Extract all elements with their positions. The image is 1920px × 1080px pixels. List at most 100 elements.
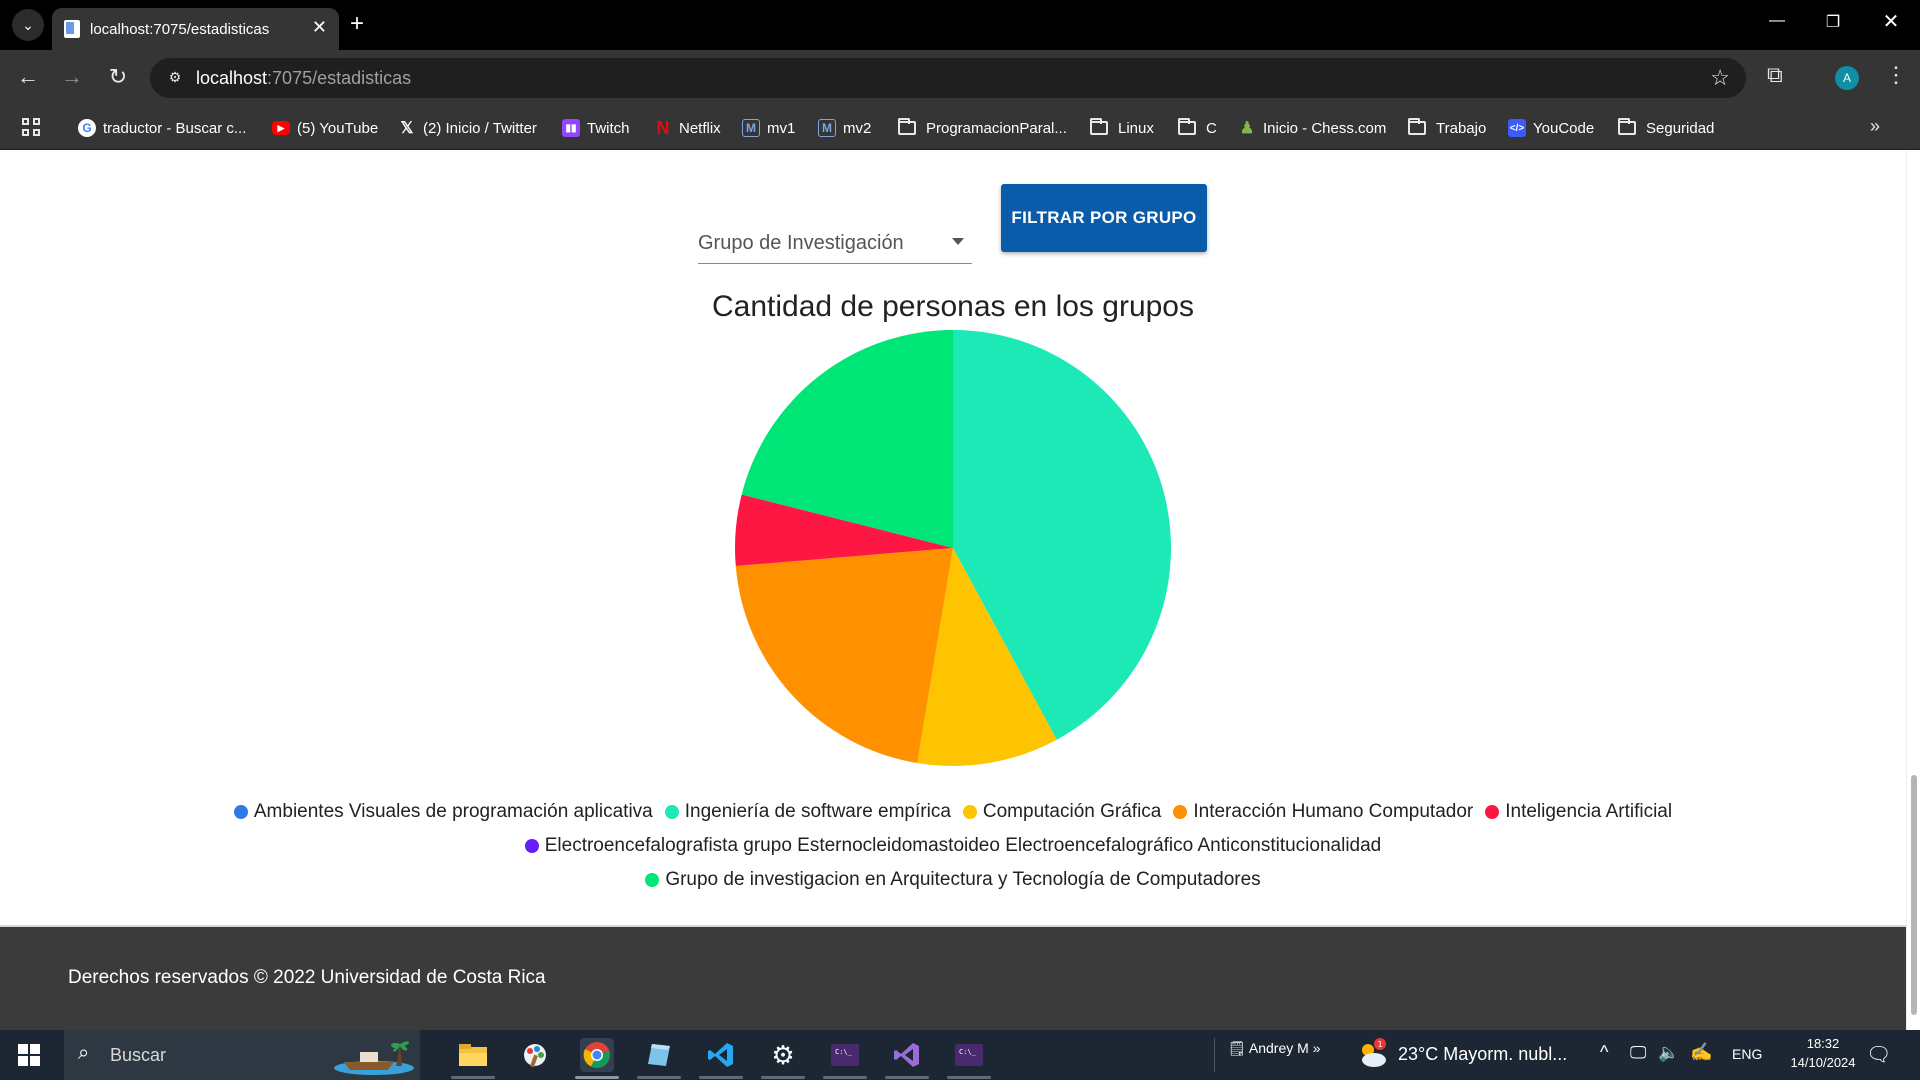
file-explorer-icon[interactable] — [456, 1038, 490, 1072]
weather-text[interactable]: 23°C Mayorm. nubl... — [1398, 1044, 1567, 1065]
legend-label: Interacción Humano Computador — [1193, 801, 1474, 822]
legend-item[interactable]: Electroencefalografista grupo Esternocle… — [524, 835, 1382, 857]
folder-icon — [898, 118, 916, 135]
bookmark-item[interactable]: </> YouCode — [1508, 116, 1594, 140]
legend-dot — [962, 805, 977, 819]
page-scrollbar[interactable] — [1906, 150, 1920, 1030]
terminal-app-icon-2[interactable]: C:\_ — [952, 1038, 986, 1072]
search-placeholder: Buscar — [110, 1045, 167, 1065]
notes-app-icon[interactable] — [642, 1038, 676, 1072]
site-info-icon[interactable]: ⚙ — [164, 66, 186, 88]
netflix-icon: N — [656, 117, 670, 138]
new-tab-button[interactable]: + — [350, 10, 364, 38]
bookmark-item[interactable]: M mv2 — [818, 116, 871, 140]
taskbar-search[interactable]: ⌕ Buscar — [64, 1030, 420, 1080]
address-bar[interactable]: ⚙ localhost:7075/estadisticas ☆ — [150, 58, 1746, 98]
bookmark-item[interactable]: ▶ (5) YouTube — [272, 116, 378, 140]
active-app-indicator — [575, 1076, 619, 1079]
bookmark-folder[interactable]: C — [1178, 116, 1217, 140]
legend-item[interactable]: Ingeniería de software empírica — [664, 801, 951, 823]
paint-app-icon[interactable] — [518, 1038, 552, 1072]
browser-menu-icon[interactable]: ⋮ — [1885, 62, 1907, 88]
terminal-app-icon[interactable]: C:\_ — [828, 1038, 862, 1072]
language-indicator[interactable]: ENG — [1732, 1046, 1762, 1062]
notifications-icon[interactable]: 🗨 — [1866, 1042, 1891, 1067]
browser-toolbar: ← → ↻ ⚙ localhost:7075/estadisticas ☆ ⧉ … — [0, 50, 1920, 106]
url-text[interactable]: localhost:7075/estadisticas — [196, 68, 411, 89]
visual-studio-app-icon[interactable] — [890, 1038, 924, 1072]
bookmark-folder[interactable]: ProgramacionParal... — [898, 116, 1067, 140]
more-bookmarks-icon[interactable]: » — [1870, 116, 1880, 137]
youcode-icon: </> — [1508, 119, 1526, 137]
svg-text:C:\_: C:\_ — [959, 1048, 977, 1056]
legend-item[interactable]: Ambientes Visuales de programación aplic… — [233, 801, 653, 823]
bookmark-folder[interactable]: Trabajo — [1408, 116, 1486, 140]
profile-avatar[interactable]: A — [1835, 66, 1859, 90]
legend-label: Electroencefalografista grupo Esternocle… — [544, 835, 1382, 856]
bookmark-folder[interactable]: Linux — [1090, 116, 1154, 140]
search-icon: ⌕ — [78, 1042, 90, 1064]
search-highlight-icon — [334, 1041, 414, 1075]
close-window-button[interactable]: ✕ — [1876, 9, 1906, 34]
pen-icon[interactable]: ✍ — [1690, 1042, 1712, 1063]
legend-label: Grupo de investigacion en Arquitectura y… — [665, 869, 1261, 890]
apps-grid-icon[interactable] — [22, 118, 42, 138]
browser-titlebar: ⌄ localhost:7075/estadisticas ✕ + — ❐ ✕ — [0, 0, 1920, 50]
legend-dot — [233, 805, 248, 819]
forward-button[interactable]: → — [58, 64, 86, 90]
footer-text: Derechos reservados © 2022 Universidad d… — [68, 967, 546, 988]
weather-icon[interactable]: 1 — [1356, 1038, 1388, 1070]
google-icon: G — [78, 119, 96, 137]
close-tab-icon[interactable]: ✕ — [312, 17, 327, 38]
m-icon: M — [818, 119, 836, 137]
windows-start-icon[interactable] — [18, 1044, 40, 1066]
clock[interactable]: 18:32 14/10/2024 — [1780, 1036, 1866, 1070]
taskbar-divider — [1214, 1038, 1215, 1072]
clock-date: 14/10/2024 — [1790, 1055, 1856, 1070]
bookmark-item[interactable]: G traductor - Buscar c... — [78, 116, 246, 140]
minimize-button[interactable]: — — [1762, 12, 1792, 30]
clock-time: 18:32 — [1806, 1036, 1840, 1051]
legend-label: Inteligencia Artificial — [1505, 801, 1673, 822]
folder-icon — [1618, 118, 1636, 135]
user-toolbar[interactable]: 🗒 Andrey M » — [1228, 1040, 1321, 1057]
back-button[interactable]: ← — [14, 64, 42, 90]
network-icon[interactable]: 🖵 — [1630, 1043, 1646, 1063]
bookmark-item[interactable]: ▮▮ Twitch — [562, 116, 630, 140]
scrollbar-thumb[interactable] — [1911, 775, 1917, 1015]
folder-icon — [1408, 118, 1426, 135]
bookmark-folder[interactable]: Seguridad — [1618, 116, 1714, 140]
legend-item[interactable]: Grupo de investigacion en Arquitectura y… — [645, 869, 1261, 891]
show-hidden-icons-icon[interactable]: ^ — [1600, 1042, 1608, 1063]
bookmark-item[interactable]: 𝕏 (2) Inicio / Twitter — [398, 116, 537, 140]
bookmark-item[interactable]: N Netflix — [654, 116, 721, 140]
running-app-indicator — [947, 1076, 991, 1079]
bookmark-item[interactable]: M mv1 — [742, 116, 795, 140]
pie-slice-3[interactable] — [735, 548, 953, 764]
legend-row: Ambientes Visuales de programación aplic… — [0, 795, 1906, 829]
extensions-icon[interactable]: ⧉ — [1767, 62, 1783, 88]
legend-item[interactable]: Interacción Humano Computador — [1173, 801, 1473, 823]
folder-icon — [1090, 118, 1108, 135]
svg-text:C:\_: C:\_ — [835, 1048, 853, 1056]
legend-label: Computación Gráfica — [982, 801, 1162, 822]
running-app-indicator — [885, 1076, 929, 1079]
m-icon: M — [742, 119, 760, 137]
legend-item[interactable]: Computación Gráfica — [962, 801, 1162, 823]
reload-button[interactable]: ↻ — [104, 64, 132, 90]
legend-item[interactable]: Inteligencia Artificial — [1485, 801, 1672, 823]
vscode-app-icon[interactable] — [704, 1038, 738, 1072]
legend-row: Electroencefalografista grupo Esternocle… — [0, 829, 1906, 863]
volume-icon[interactable]: 🔈 — [1658, 1043, 1679, 1063]
page-footer: Derechos reservados © 2022 Universidad d… — [0, 925, 1906, 1030]
chrome-app-icon[interactable] — [580, 1038, 614, 1072]
settings-gear-icon[interactable]: ⚙ — [766, 1038, 800, 1072]
tab-search-button[interactable]: ⌄ — [12, 9, 44, 41]
bookmarks-bar: G traductor - Buscar c... ▶ (5) YouTube … — [0, 106, 1920, 150]
legend-label: Ingeniería de software empírica — [684, 801, 951, 822]
browser-tab[interactable]: localhost:7075/estadisticas ✕ — [52, 8, 339, 50]
bookmark-star-icon[interactable]: ☆ — [1710, 65, 1730, 91]
bookmark-item[interactable]: ♟ Inicio - Chess.com — [1238, 116, 1387, 140]
restore-button[interactable]: ❐ — [1818, 12, 1848, 32]
running-app-indicator — [761, 1076, 805, 1079]
